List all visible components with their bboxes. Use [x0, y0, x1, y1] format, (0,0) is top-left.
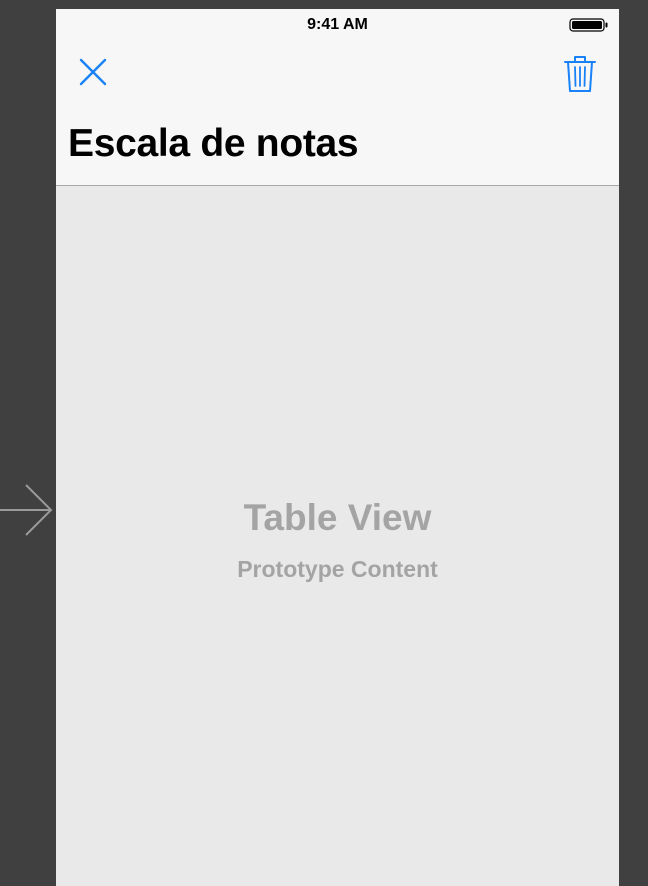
table-view-subtitle: Prototype Content [237, 556, 438, 582]
close-icon [79, 58, 107, 86]
battery-icon [569, 18, 608, 32]
trash-icon [564, 56, 596, 92]
page-title: Escala de notas [68, 122, 359, 165]
entry-point-arrow-icon [0, 484, 53, 536]
trash-button[interactable] [563, 54, 597, 94]
view-controller-scene: 9:41 AM Escala de notas Table View Proto… [56, 9, 619, 886]
table-view-title: Table View [243, 497, 432, 538]
status-time: 9:41 AM [307, 16, 368, 33]
status-bar: 9:41 AM [56, 9, 619, 42]
navigation-bar: 9:41 AM Escala de notas [56, 9, 619, 186]
table-view[interactable]: Table View Prototype Content [56, 186, 619, 886]
close-button[interactable] [76, 55, 110, 89]
